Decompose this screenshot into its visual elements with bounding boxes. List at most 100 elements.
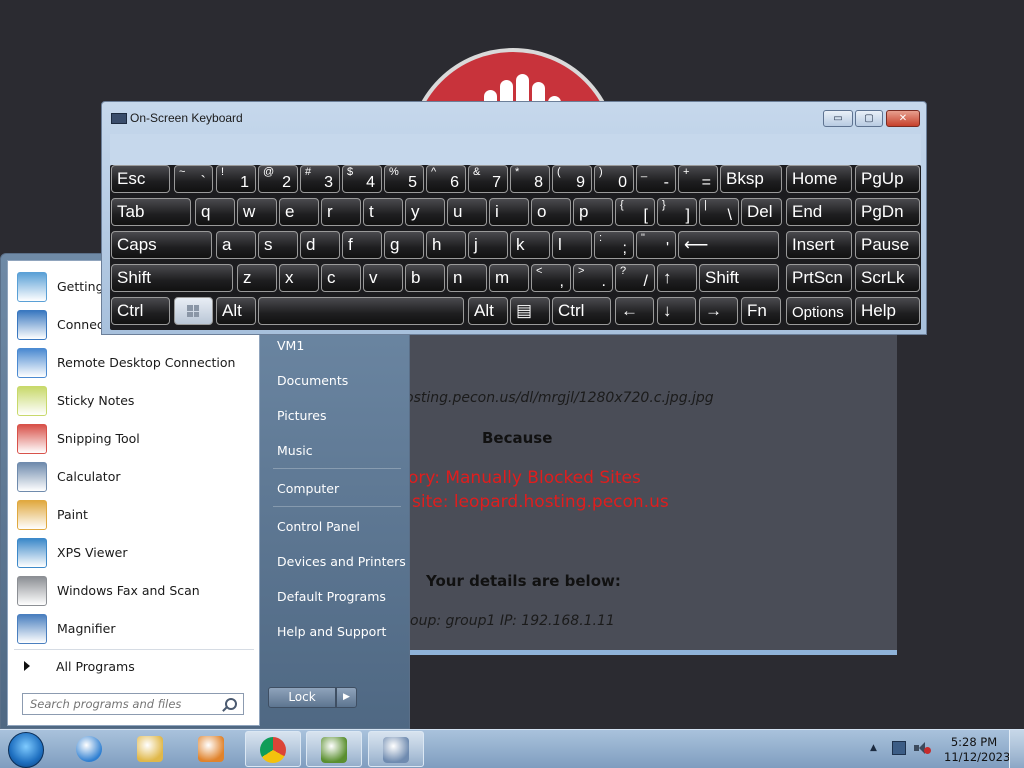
key-k[interactable]: k — [510, 231, 550, 259]
key-o[interactable]: o — [531, 198, 571, 226]
key-windows[interactable] — [174, 297, 213, 325]
key-8[interactable]: * 8 — [510, 165, 550, 193]
key-pause[interactable]: Pause — [855, 231, 920, 259]
start-right-item-default-programs[interactable]: Default Programs — [277, 589, 386, 604]
key-d[interactable]: d — [300, 231, 340, 259]
program-item[interactable]: Paint — [13, 497, 253, 533]
key-f[interactable]: f — [342, 231, 382, 259]
key-shift[interactable]: Shift — [111, 264, 233, 292]
search-box[interactable] — [22, 693, 244, 715]
key-ctrl[interactable]: Ctrl — [552, 297, 611, 325]
start-right-item-documents[interactable]: Documents — [277, 373, 348, 388]
key-q[interactable]: q — [195, 198, 235, 226]
key-6[interactable]: ^ 6 — [426, 165, 466, 193]
key-h[interactable]: h — [426, 231, 466, 259]
key-4[interactable]: $4 — [342, 165, 382, 193]
lock-button[interactable]: Lock — [268, 687, 336, 708]
key-l[interactable]: l — [552, 231, 592, 259]
key-j[interactable]: j — [468, 231, 508, 259]
key-symbol-2-12[interactable]: ⟵ — [678, 231, 779, 259]
key-5[interactable]: % 5 — [384, 165, 424, 193]
program-item[interactable]: Windows Fax and Scan — [13, 573, 253, 609]
taskbar-media-player-button[interactable] — [184, 731, 240, 767]
maximize-button[interactable]: ▢ — [855, 110, 883, 127]
key-a[interactable]: a — [216, 231, 256, 259]
key-symbol-2-11[interactable]: " ' — [636, 231, 676, 259]
key-insert[interactable]: Insert — [786, 231, 852, 259]
key-t[interactable]: t — [363, 198, 403, 226]
network-icon[interactable] — [892, 741, 906, 755]
key-esc[interactable]: Esc — [111, 165, 170, 193]
key-symbol-0-12[interactable]: _ - — [636, 165, 676, 193]
program-item[interactable]: Sticky Notes — [13, 383, 253, 419]
program-item[interactable]: Remote Desktop Connection — [13, 345, 253, 381]
key-z[interactable]: z — [237, 264, 277, 292]
key-shift[interactable]: Shift — [699, 264, 779, 292]
taskbar-on-screen-keyboard-button[interactable] — [368, 731, 424, 767]
key-symbol-0-1[interactable]: ~ ` — [174, 165, 213, 193]
key-u[interactable]: u — [447, 198, 487, 226]
taskbar-internet-explorer-button[interactable] — [62, 731, 118, 767]
key-end[interactable]: End — [786, 198, 852, 226]
key-pgup[interactable]: PgUp — [855, 165, 920, 193]
clock[interactable]: 5:28 PM 11/12/2023 — [944, 735, 1010, 765]
power-options-arrow-button[interactable]: ▶ — [336, 687, 357, 708]
start-right-item-music[interactable]: Music — [277, 443, 313, 458]
start-right-item-pictures[interactable]: Pictures — [277, 408, 327, 423]
start-right-item-vm1[interactable]: VM1 — [277, 338, 304, 353]
search-input[interactable] — [30, 697, 220, 711]
key-3[interactable]: #3 — [300, 165, 340, 193]
key-n[interactable]: n — [447, 264, 487, 292]
key-symbol-1-11[interactable]: {[ — [615, 198, 655, 226]
key-symbol-3-9[interactable]: >. — [573, 264, 613, 292]
start-right-item-computer[interactable]: Computer — [277, 481, 339, 496]
key-symbol-4-8[interactable]: ↓ — [657, 297, 696, 325]
key-p[interactable]: p — [573, 198, 613, 226]
program-item[interactable]: Calculator — [13, 459, 253, 495]
key-help[interactable]: Help — [855, 297, 920, 325]
key-symbol-4-7[interactable]: ← — [615, 297, 654, 325]
key-g[interactable]: g — [384, 231, 424, 259]
key-x[interactable]: x — [279, 264, 319, 292]
program-item[interactable]: XPS Viewer — [13, 535, 253, 571]
key-alt[interactable]: Alt — [216, 297, 256, 325]
key-symbol-0-13[interactable]: + = — [678, 165, 718, 193]
key-y[interactable]: y — [405, 198, 445, 226]
key-e[interactable]: e — [279, 198, 319, 226]
start-button[interactable] — [8, 732, 44, 768]
taskbar-chrome-button[interactable] — [245, 731, 301, 767]
show-desktop-button[interactable] — [1009, 730, 1024, 768]
key-9[interactable]: (9 — [552, 165, 592, 193]
start-right-item-help-and-support[interactable]: Help and Support — [277, 624, 386, 639]
key-bksp[interactable]: Bksp — [720, 165, 782, 193]
key-s[interactable]: s — [258, 231, 298, 259]
key-symbol-1-13[interactable]: | \ — [699, 198, 739, 226]
key-symbol-2-10[interactable]: :; — [594, 231, 634, 259]
key-tab[interactable]: Tab — [111, 198, 191, 226]
key-symbol-3-8[interactable]: <, — [531, 264, 571, 292]
search-icon[interactable] — [225, 698, 237, 710]
key-fn[interactable]: Fn — [741, 297, 781, 325]
key-caps[interactable]: Caps — [111, 231, 212, 259]
key-symbol-3-11[interactable]: ↑ — [657, 264, 697, 292]
key-v[interactable]: v — [363, 264, 403, 292]
key-del[interactable]: Del — [741, 198, 782, 226]
key-symbol-4-9[interactable]: → — [699, 297, 738, 325]
title-bar[interactable]: On-Screen Keyboard ▭ ▢ ✕ — [102, 102, 926, 134]
key-alt[interactable]: Alt — [468, 297, 508, 325]
key-space[interactable] — [258, 297, 464, 325]
key-symbol-3-10[interactable]: ? / — [615, 264, 655, 292]
program-item[interactable]: Snipping Tool — [13, 421, 253, 457]
key-ctrl[interactable]: Ctrl — [111, 297, 170, 325]
key-0[interactable]: ) 0 — [594, 165, 634, 193]
key-prtscn[interactable]: PrtScn — [786, 264, 852, 292]
key-m[interactable]: m — [489, 264, 529, 292]
key-7[interactable]: & 7 — [468, 165, 508, 193]
key-b[interactable]: b — [405, 264, 445, 292]
key-symbol-1-12[interactable]: }] — [657, 198, 697, 226]
key-pgdn[interactable]: PgDn — [855, 198, 920, 226]
program-item[interactable]: Magnifier — [13, 611, 253, 647]
minimize-button[interactable]: ▭ — [823, 110, 853, 127]
key-scrlk[interactable]: ScrLk — [855, 264, 920, 292]
key-options[interactable]: Options — [786, 297, 852, 325]
